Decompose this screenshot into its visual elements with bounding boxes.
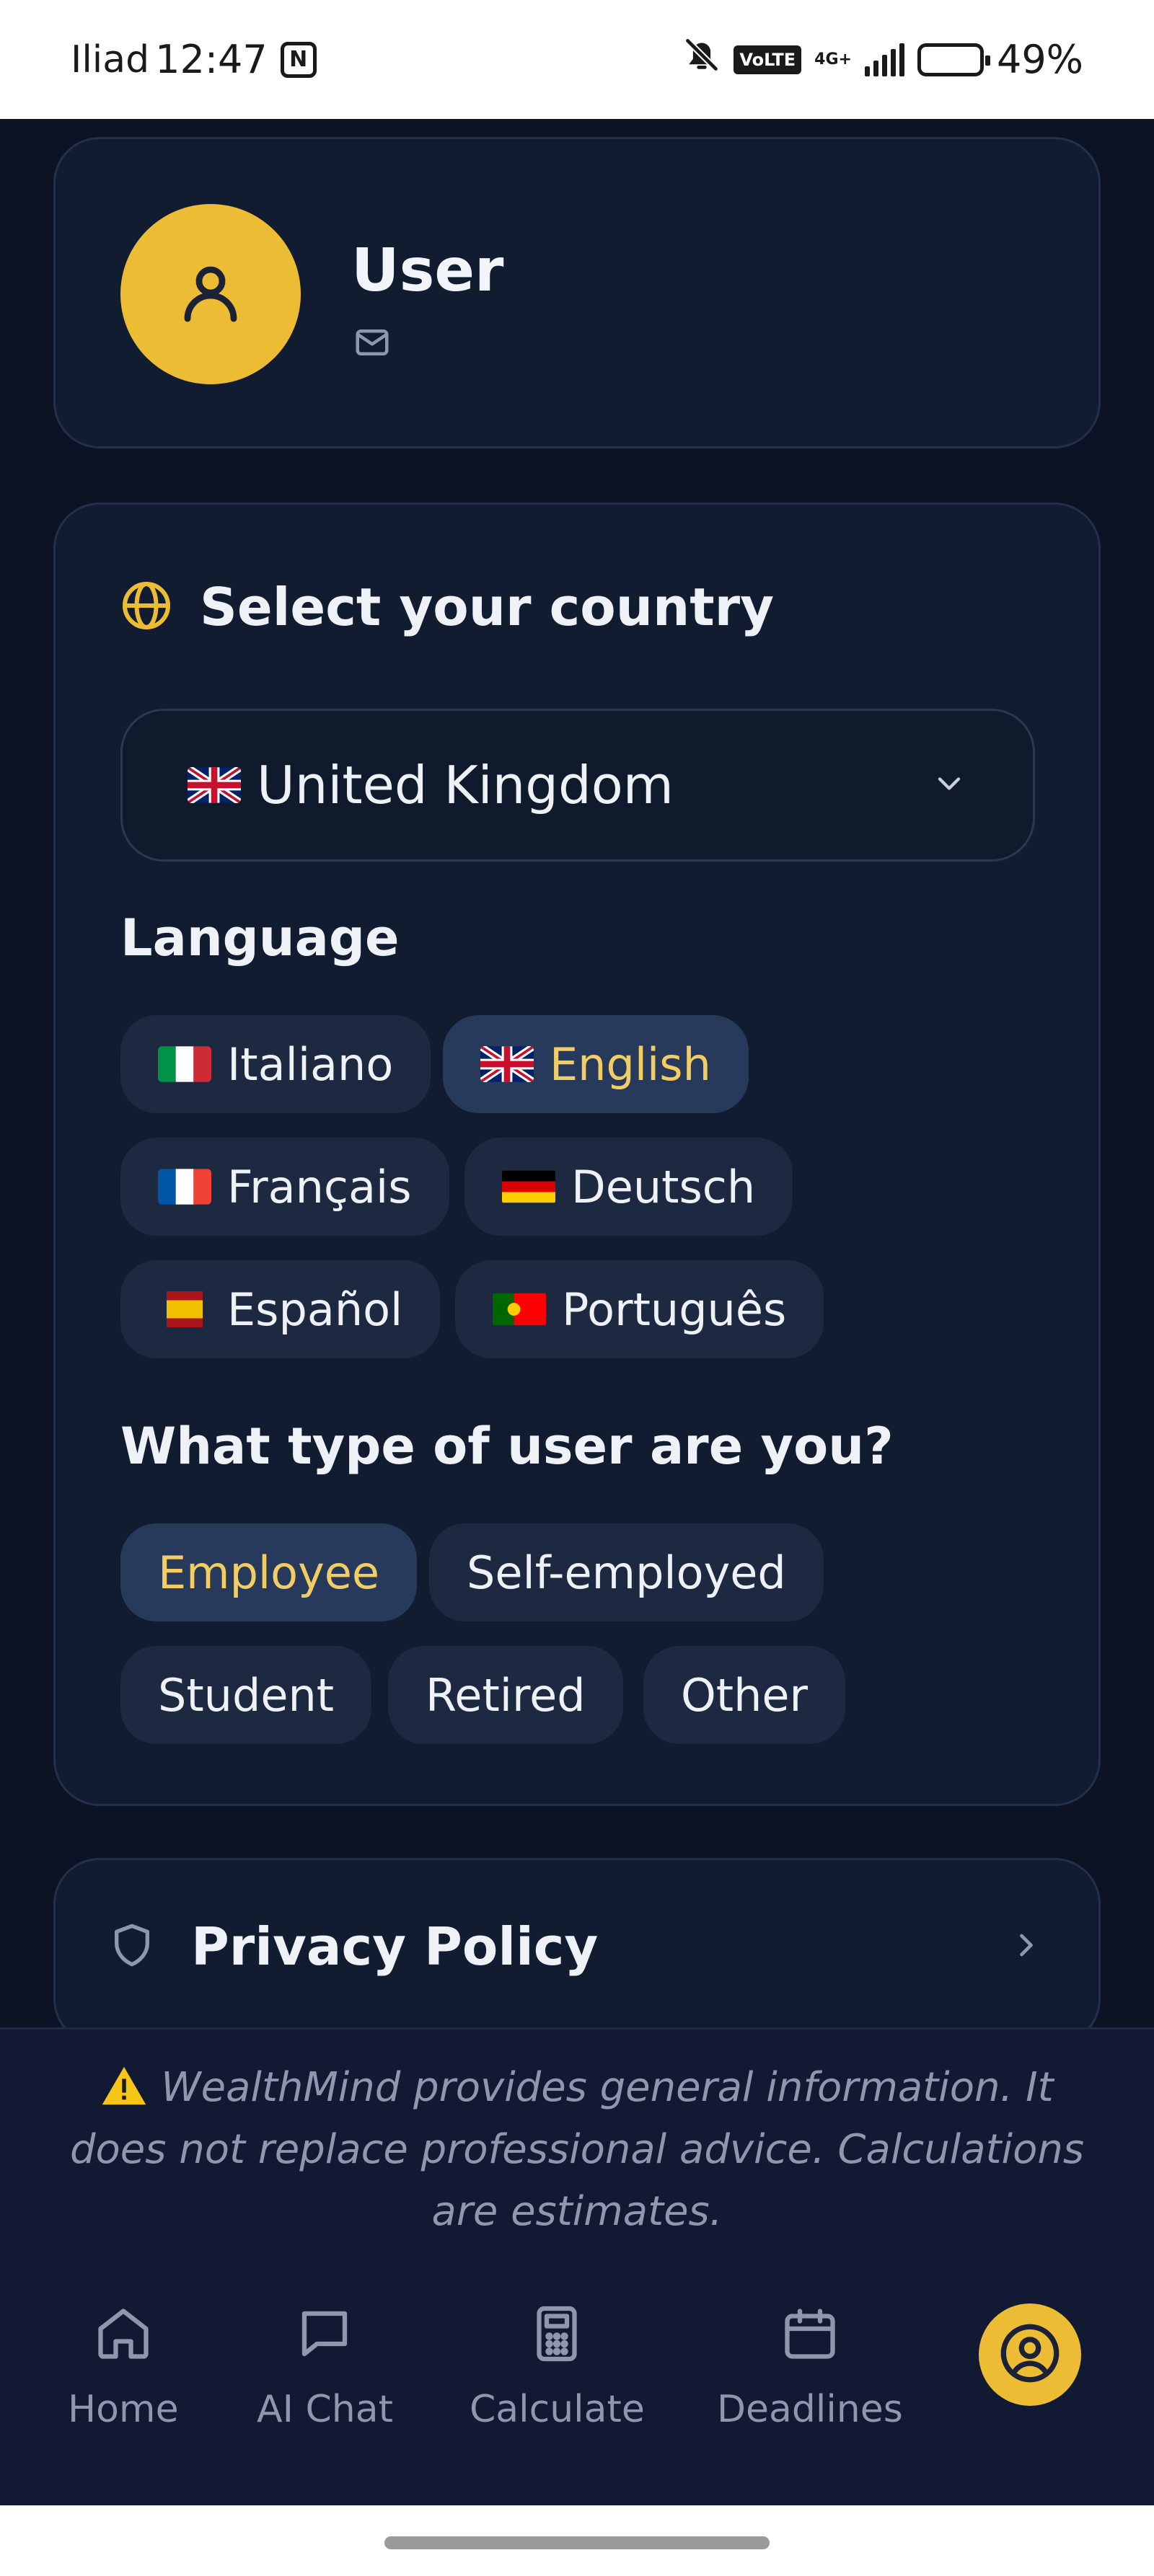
- germany-flag-icon: [502, 1169, 555, 1205]
- user-type-other[interactable]: Other: [643, 1646, 846, 1744]
- nav-profile[interactable]: [979, 2303, 1081, 2406]
- mail-icon: [353, 323, 392, 365]
- user-icon: [176, 258, 245, 330]
- battery-percent: 49%: [996, 37, 1083, 82]
- italy-flag-icon: [158, 1046, 211, 1082]
- nav-label: Deadlines: [717, 2388, 903, 2431]
- privacy-row-content: Privacy Policy: [109, 1860, 1045, 2033]
- language-chip-italiano[interactable]: Italiano: [120, 1015, 431, 1113]
- privacy-left: Privacy Policy: [109, 1916, 598, 1977]
- status-left: Iliad 12:47 N: [71, 37, 317, 82]
- country-section-header: Select your country: [120, 577, 774, 637]
- user-type-label: Student: [158, 1668, 335, 1722]
- language-chip-deutsch[interactable]: Deutsch: [464, 1138, 793, 1236]
- language-chip-label: Português: [562, 1283, 787, 1336]
- calendar-icon: [780, 2303, 840, 2373]
- country-heading: Select your country: [200, 577, 775, 637]
- chevron-down-icon: [930, 765, 968, 805]
- profile-card: User: [53, 137, 1101, 448]
- nav-label: AI Chat: [257, 2388, 393, 2431]
- nav-label: Calculate: [470, 2388, 645, 2431]
- nav-home[interactable]: Home: [68, 2303, 179, 2431]
- chevron-right-icon: [1008, 1926, 1045, 1967]
- language-chip-label: Français: [227, 1160, 412, 1213]
- user-type-label: Retired: [426, 1668, 586, 1722]
- avatar[interactable]: [120, 204, 301, 384]
- nav-deadlines[interactable]: Deadlines: [717, 2303, 903, 2431]
- carrier-name: Iliad: [71, 37, 150, 81]
- user-type-label: Other: [681, 1668, 809, 1722]
- language-label: Language: [120, 908, 400, 968]
- gesture-bar-area: [0, 2505, 1154, 2576]
- language-chip-espanol[interactable]: Español: [120, 1260, 441, 1358]
- language-chip-label: Español: [227, 1283, 403, 1336]
- portugal-flag-icon: [493, 1291, 546, 1327]
- disclaimer-text: WealthMind provides general information.…: [69, 2064, 1084, 2235]
- language-chip-label: Italiano: [227, 1037, 394, 1091]
- spain-flag-icon: [158, 1291, 211, 1327]
- signal-icon: [864, 43, 904, 76]
- country-value-text: United Kingdom: [257, 755, 674, 815]
- profile-circle-icon: [998, 2322, 1062, 2388]
- nav-label: Home: [68, 2388, 179, 2431]
- home-icon: [93, 2303, 154, 2373]
- warning-icon: [100, 2064, 161, 2111]
- uk-flag-icon: [188, 767, 241, 803]
- france-flag-icon: [158, 1169, 211, 1205]
- nfc-icon: N: [280, 41, 317, 78]
- language-chip-francais[interactable]: Français: [120, 1138, 449, 1236]
- battery-icon: [917, 43, 990, 76]
- user-type-student[interactable]: Student: [120, 1646, 372, 1744]
- mute-bell-icon: [683, 36, 721, 83]
- privacy-policy-label: Privacy Policy: [191, 1916, 599, 1977]
- uk-flag-icon: [480, 1046, 534, 1082]
- status-right: VoLTE 4G+ 49%: [683, 36, 1083, 83]
- disclaimer: WealthMind provides general information.…: [58, 2057, 1096, 2243]
- language-chip-english[interactable]: English: [443, 1015, 749, 1113]
- network-type: 4G+: [814, 50, 852, 68]
- language-chip-label: English: [550, 1037, 711, 1091]
- privacy-policy-row[interactable]: Privacy Policy: [53, 1858, 1101, 2045]
- nav-ai-chat[interactable]: AI Chat: [257, 2303, 393, 2431]
- home-indicator[interactable]: [384, 2536, 770, 2549]
- status-bar: Iliad 12:47 N VoLTE 4G+ 49%: [0, 0, 1154, 119]
- user-type-self-employed[interactable]: Self-employed: [429, 1523, 824, 1621]
- calculator-icon: [527, 2303, 587, 2373]
- globe-icon: [120, 580, 172, 634]
- bottom-nav: Home AI Chat Calculate Deadlines: [0, 2303, 1154, 2477]
- user-type-employee[interactable]: Employee: [120, 1523, 418, 1621]
- settings-card: Select your country United Kingdom Langu…: [53, 503, 1101, 1806]
- user-type-retired[interactable]: Retired: [388, 1646, 623, 1744]
- country-select[interactable]: United Kingdom: [120, 709, 1035, 862]
- country-value: United Kingdom: [188, 755, 674, 815]
- user-type-label: Self-employed: [467, 1546, 786, 1599]
- bottom-panel: WealthMind provides general information.…: [0, 2027, 1154, 2505]
- language-chip-label: Deutsch: [571, 1160, 756, 1213]
- user-type-label: What type of user are you?: [120, 1417, 894, 1476]
- language-chip-portugues[interactable]: Português: [455, 1260, 824, 1358]
- shield-icon: [109, 1922, 155, 1971]
- chat-icon: [294, 2303, 355, 2373]
- clock: 12:47: [155, 37, 268, 82]
- user-type-label: Employee: [158, 1546, 380, 1599]
- volte-badge: VoLTE: [734, 45, 802, 74]
- user-name: User: [351, 236, 504, 305]
- nav-calculate[interactable]: Calculate: [470, 2303, 645, 2431]
